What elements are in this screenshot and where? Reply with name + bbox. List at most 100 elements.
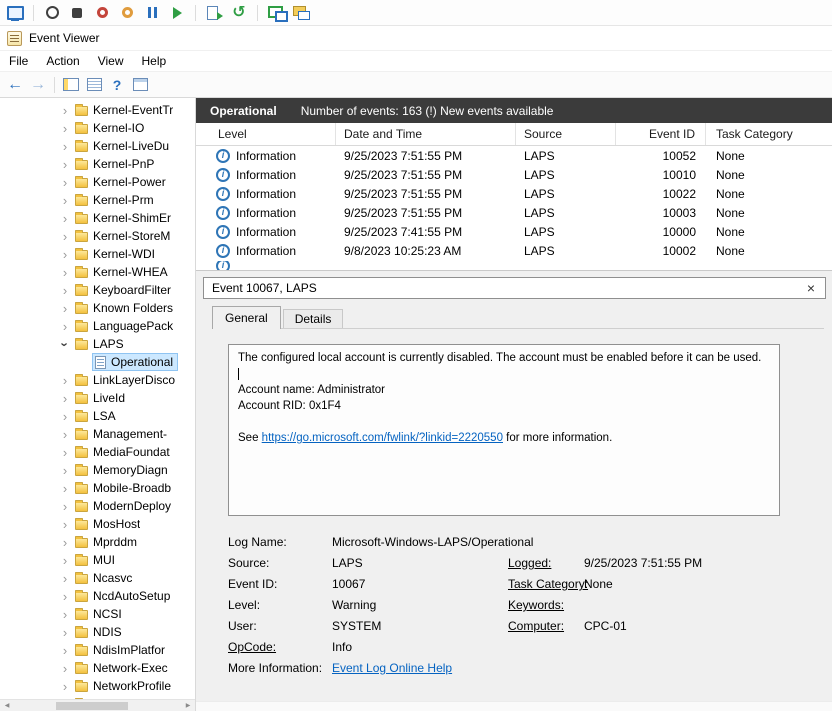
tree-item[interactable]: Management- [0, 425, 195, 443]
chevron-right-icon[interactable] [58, 212, 72, 225]
tree-item[interactable]: NdisImPlatfor [0, 641, 195, 659]
chevron-right-icon[interactable] [58, 230, 72, 243]
power-icon[interactable] [42, 3, 62, 23]
tree-item[interactable]: LSA [0, 407, 195, 425]
tree-item[interactable]: MediaFoundat [0, 443, 195, 461]
chevron-right-icon[interactable] [58, 374, 72, 387]
scroll-right-arrow-icon[interactable] [181, 700, 195, 711]
chevron-right-icon[interactable] [58, 176, 72, 189]
event-row[interactable]: Information 9/25/2023 7:51:55 PM LAPS 10… [196, 184, 832, 203]
chevron-right-icon[interactable] [58, 104, 72, 117]
event-row[interactable]: Information 9/25/2023 7:51:55 PM LAPS 10… [196, 203, 832, 222]
enhanced-session-icon[interactable] [266, 3, 286, 23]
start-icon[interactable] [167, 3, 187, 23]
chevron-right-icon[interactable] [58, 572, 72, 585]
chevron-right-icon[interactable] [58, 266, 72, 279]
help-icon[interactable] [107, 75, 127, 95]
chevron-right-icon[interactable] [58, 464, 72, 477]
chevron-right-icon[interactable] [58, 194, 72, 207]
tree-item[interactable]: Kernel-WDI [0, 245, 195, 263]
tab-details[interactable]: Details [283, 309, 344, 328]
forward-icon[interactable] [28, 75, 48, 95]
chevron-right-icon[interactable] [58, 284, 72, 297]
event-row-partial[interactable] [196, 261, 832, 270]
back-icon[interactable] [5, 75, 25, 95]
chevron-right-icon[interactable] [58, 518, 72, 531]
console-tree-icon[interactable] [61, 75, 81, 95]
chevron-right-icon[interactable] [58, 320, 72, 333]
event-row[interactable]: Information 9/8/2023 10:25:23 AM LAPS 10… [196, 241, 832, 260]
tree-item[interactable]: Network-Exec [0, 659, 195, 677]
fwlink-hyperlink[interactable]: https://go.microsoft.com/fwlink/?linkid=… [262, 432, 503, 444]
menu-action[interactable]: Action [37, 52, 88, 70]
vm-computer-icon[interactable] [5, 3, 25, 23]
tree-item[interactable]: NetworkProfile [0, 677, 195, 695]
tree-item[interactable]: ModernDeploy [0, 497, 195, 515]
menu-help[interactable]: Help [133, 52, 176, 70]
tree-horizontal-scrollbar[interactable] [0, 699, 195, 711]
ctrl-alt-del-icon[interactable] [67, 3, 87, 23]
tree-item[interactable]: Kernel-ShimEr [0, 209, 195, 227]
tree-item[interactable]: Kernel-StoreM [0, 227, 195, 245]
tree-item[interactable]: Mobile-Broadb [0, 479, 195, 497]
tree-item[interactable]: Mprddm [0, 533, 195, 551]
chevron-right-icon[interactable] [58, 680, 72, 693]
column-header-event-id[interactable]: Event ID [616, 123, 706, 145]
checkpoint-icon[interactable] [204, 3, 224, 23]
column-header-source[interactable]: Source [516, 123, 616, 145]
chevron-right-icon[interactable] [58, 554, 72, 567]
chevron-right-icon[interactable] [58, 590, 72, 603]
tree-item[interactable]: MemoryDiagn [0, 461, 195, 479]
tree-item[interactable]: Kernel-EventTr [0, 101, 195, 119]
chevron-right-icon[interactable] [58, 248, 72, 261]
column-header-date-time[interactable]: Date and Time [336, 123, 516, 145]
tree-item[interactable]: KeyboardFilter [0, 281, 195, 299]
chevron-right-icon[interactable] [58, 410, 72, 423]
chevron-right-icon[interactable] [58, 428, 72, 441]
devices-icon[interactable] [291, 3, 311, 23]
tree-item[interactable]: LAPS [0, 335, 195, 353]
scroll-left-arrow-icon[interactable] [0, 700, 14, 711]
tree-item[interactable]: Kernel-IO [0, 119, 195, 137]
chevron-right-icon[interactable] [58, 446, 72, 459]
pause-icon[interactable] [142, 3, 162, 23]
scrollbar-thumb[interactable] [56, 702, 128, 710]
chevron-right-icon[interactable] [58, 536, 72, 549]
tree-item[interactable]: Kernel-Power [0, 173, 195, 191]
event-row[interactable]: Information 9/25/2023 7:51:55 PM LAPS 10… [196, 165, 832, 184]
tree-item[interactable]: MosHost [0, 515, 195, 533]
column-header-task-category[interactable]: Task Category [706, 123, 832, 145]
tree-item[interactable]: Kernel-PnP [0, 155, 195, 173]
chevron-right-icon[interactable] [58, 662, 72, 675]
tree-item[interactable]: NcdAutoSetup [0, 587, 195, 605]
tree-item[interactable]: NDIS [0, 623, 195, 641]
chevron-right-icon[interactable] [58, 644, 72, 657]
export-list-icon[interactable] [84, 75, 104, 95]
tree-item[interactable]: Known Folders [0, 299, 195, 317]
results-horizontal-scrollbar[interactable] [196, 701, 832, 711]
chevron-right-icon[interactable] [58, 302, 72, 315]
tree-item[interactable]: MUI [0, 551, 195, 569]
properties-icon[interactable] [130, 75, 150, 95]
shutdown-icon[interactable] [92, 3, 112, 23]
event-row[interactable]: Information 9/25/2023 7:41:55 PM LAPS 10… [196, 222, 832, 241]
tree-item[interactable]: Ncasvc [0, 569, 195, 587]
tree-item[interactable]: Kernel-Prm [0, 191, 195, 209]
chevron-right-icon[interactable] [58, 392, 72, 405]
column-header-level[interactable]: Level [196, 123, 336, 145]
chevron-right-icon[interactable] [58, 158, 72, 171]
tree-item[interactable]: LinkLayerDisco [0, 371, 195, 389]
tree-item[interactable]: LanguagePack [0, 317, 195, 335]
tree-item[interactable]: Kernel-WHEA [0, 263, 195, 281]
chevron-right-icon[interactable] [58, 482, 72, 495]
tree-item[interactable]: Operational [0, 353, 195, 371]
chevron-right-icon[interactable] [58, 500, 72, 513]
tree-item[interactable]: Kernel-LiveDu [0, 137, 195, 155]
event-row[interactable]: Information 9/25/2023 7:51:55 PM LAPS 10… [196, 146, 832, 165]
tree-item[interactable]: NCSI [0, 605, 195, 623]
chevron-right-icon[interactable] [58, 626, 72, 639]
revert-icon[interactable] [229, 3, 249, 23]
event-log-online-help-link[interactable]: Event Log Online Help [332, 661, 452, 675]
save-state-icon[interactable] [117, 3, 137, 23]
chevron-right-icon[interactable] [58, 140, 72, 153]
